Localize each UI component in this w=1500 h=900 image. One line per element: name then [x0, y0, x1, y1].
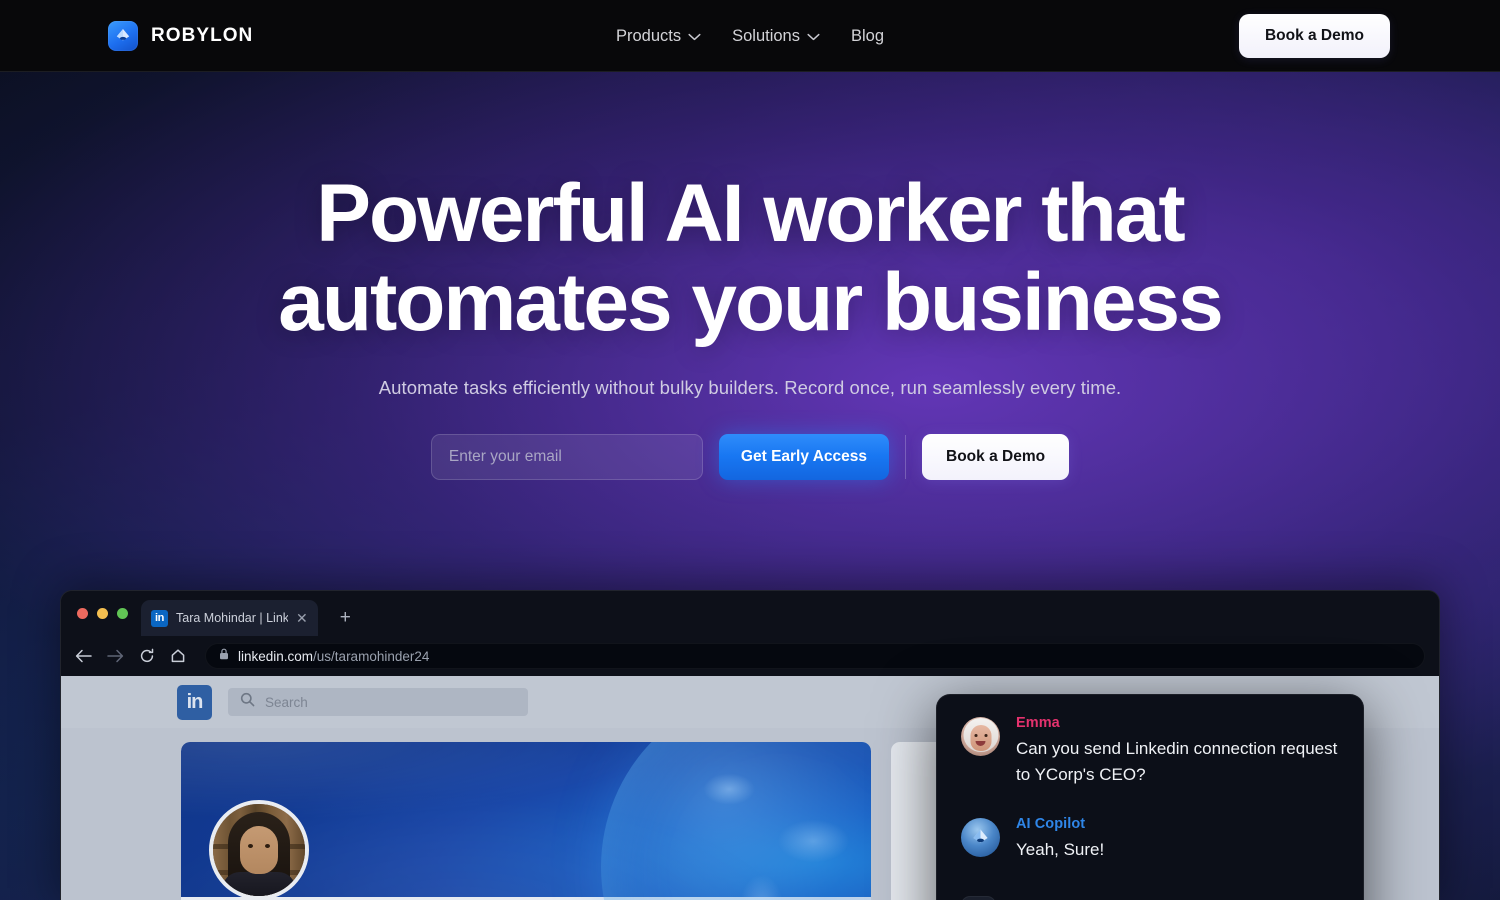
plus-icon[interactable]: +	[340, 608, 351, 627]
chat-author-name: AI Copilot	[1016, 815, 1086, 832]
url-path: /us/taramohinder24	[313, 648, 430, 664]
email-input[interactable]	[430, 434, 703, 480]
chat-message-copilot: AI Copilot Yeah, Sure!	[937, 816, 1363, 863]
chevron-down-icon	[807, 27, 820, 46]
browser-url-bar: linkedin.com/us/taramohinder24	[61, 636, 1439, 676]
page-title: Powerful AI worker that automates your b…	[0, 168, 1500, 348]
home-icon[interactable]	[170, 648, 186, 664]
maximize-window-icon[interactable]	[117, 608, 128, 619]
linkedin-search-placeholder: Search	[265, 694, 308, 710]
nav-label-solutions: Solutions	[732, 26, 800, 45]
chat-author-name: Emma	[1016, 715, 1060, 731]
hero-subheadline: Automate tasks efficiently without bulky…	[378, 377, 1122, 398]
search-icon	[240, 692, 255, 712]
brand-name: ROBYLON	[151, 24, 254, 46]
hero-section: Powerful AI worker that automates your b…	[0, 72, 1500, 900]
nav-item-blog[interactable]: Blog	[851, 27, 884, 46]
emma-avatar	[961, 717, 1000, 756]
url-domain: linkedin.com	[238, 648, 314, 664]
url-address-field[interactable]: linkedin.com/us/taramohinder24	[205, 643, 1425, 669]
chat-action-row: Go to www.linkedin.com	[937, 896, 1363, 900]
site-header: ROBYLON Products Solutions Blog Book a D…	[0, 0, 1500, 72]
minimize-window-icon[interactable]	[97, 608, 108, 619]
chat-message-text: Can you send Linkedin connection request…	[1016, 739, 1338, 784]
headline-line-2: automates your business	[278, 256, 1224, 348]
landing-page: ROBYLON Products Solutions Blog Book a D…	[0, 0, 1500, 900]
cta-divider	[905, 435, 907, 479]
nav-label-blog: Blog	[850, 26, 885, 45]
linkedin-profile-card	[181, 742, 871, 900]
main-nav: Products Solutions Blog	[616, 0, 884, 72]
browser-tab-bar: in Tara Mohindar | Link.. ✕ +	[61, 591, 1439, 636]
back-arrow-icon[interactable]	[75, 649, 92, 663]
brand-logo[interactable]: ROBYLON	[108, 20, 254, 51]
hero-book-demo-button[interactable]: Book a Demo	[922, 434, 1070, 480]
linkedin-search-input[interactable]: Search	[228, 688, 528, 716]
headline-line-1: Powerful AI worker that	[316, 168, 1185, 259]
browser-tab-title: Tara Mohindar | Link..	[176, 611, 288, 625]
chat-message-text: Yeah, Sure!	[1016, 839, 1105, 859]
linkedin-logo-icon: in	[177, 684, 212, 720]
header-book-demo-button[interactable]: Book a Demo	[1238, 13, 1390, 58]
chat-message-emma: Emma Can you send Linkedin connection re…	[937, 715, 1363, 788]
get-early-access-button[interactable]: Get Early Access	[718, 434, 890, 480]
ai-copilot-avatar	[961, 817, 1000, 857]
reload-icon[interactable]	[139, 648, 155, 664]
url-text: linkedin.com/us/taramohinder24	[238, 649, 429, 664]
chevron-down-icon	[688, 27, 701, 46]
lock-icon	[219, 647, 229, 665]
linkedin-favicon-icon: in	[151, 609, 168, 627]
robylon-logo-icon	[108, 20, 138, 51]
ai-copilot-chat-panel: Emma Can you send Linkedin connection re…	[936, 694, 1364, 900]
hero-cta-row: Get Early Access Book a Demo	[0, 434, 1500, 480]
nav-item-products[interactable]: Products	[616, 27, 701, 46]
window-traffic-lights	[77, 608, 128, 619]
forward-arrow-icon[interactable]	[107, 649, 124, 663]
browser-tab[interactable]: in Tara Mohindar | Link.. ✕	[141, 600, 318, 636]
nav-item-solutions[interactable]: Solutions	[732, 27, 820, 46]
profile-avatar	[209, 800, 309, 900]
cursor-click-icon	[961, 896, 996, 900]
close-icon[interactable]: ✕	[296, 611, 308, 625]
close-window-icon[interactable]	[77, 608, 88, 619]
nav-label-products: Products	[615, 26, 682, 45]
